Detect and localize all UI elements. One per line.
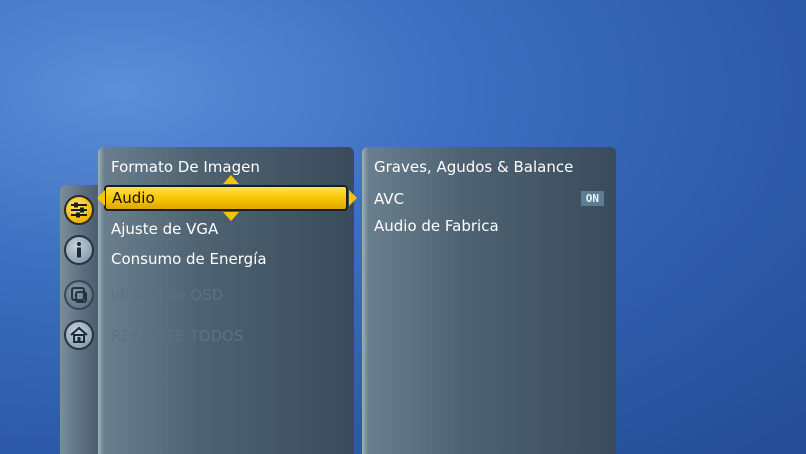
arrow-left-icon xyxy=(97,190,105,206)
submenu-panel: Graves, Agudos & Balance AVC ON Audio de… xyxy=(362,147,616,454)
menu-item-ajuste-de-vga[interactable]: Ajuste de VGA xyxy=(111,217,218,241)
audio-settings-icon[interactable] xyxy=(64,195,94,225)
arrow-down-icon xyxy=(223,212,239,221)
tv-osd-screen: Formato De Imagen Ajuste de VGA Consumo … xyxy=(0,0,806,454)
submenu-item-avc[interactable]: AVC xyxy=(374,187,404,211)
menu-item-consumo-de-energia[interactable]: Consumo de Energía xyxy=(111,247,267,271)
menu-item-audio[interactable]: Audio xyxy=(104,185,348,211)
arrow-right-icon xyxy=(349,190,357,206)
submenu-item-graves-agudos-balance[interactable]: Graves, Agudos & Balance xyxy=(374,155,573,179)
submenu-item-audio-de-fabrica[interactable]: Audio de Fabrica xyxy=(374,214,499,238)
osd-language-icon[interactable] xyxy=(64,280,94,310)
menu-item-reajuste-todos: REAJUSTE TODOS xyxy=(111,327,244,345)
info-icon[interactable] xyxy=(64,235,94,265)
panel-edge xyxy=(362,147,368,454)
arrow-up-icon xyxy=(223,175,239,184)
avc-status-badge: ON xyxy=(580,191,604,206)
menu-item-idioma-de-osd: Idioma de OSD xyxy=(111,286,224,304)
home-icon[interactable] xyxy=(64,320,94,350)
menu-item-audio-label: Audio xyxy=(112,189,155,207)
